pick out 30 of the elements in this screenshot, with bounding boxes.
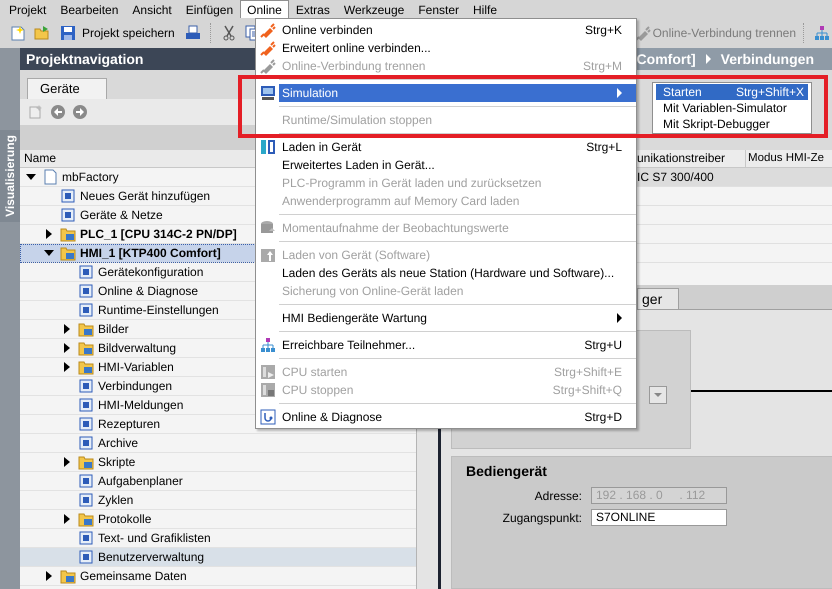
tree-item[interactable]: Archive <box>20 434 416 453</box>
menu-item[interactable]: Mit Skript-Debugger <box>656 116 808 132</box>
menu-bar-item[interactable]: Bearbeiten <box>53 0 126 18</box>
menu-item[interactable]: Mit Variablen-Simulator <box>656 100 808 116</box>
table-cell-text: IC S7 300/400 <box>637 169 715 186</box>
column-header[interactable]: Modus HMI-Ze <box>746 150 832 167</box>
menu-bar-item[interactable]: Werkzeuge <box>336 0 412 18</box>
menu-bar-item[interactable]: Hilfe <box>466 0 504 18</box>
menu-bar-item[interactable]: Extras <box>288 0 337 18</box>
menu-bar-item[interactable]: Projekt <box>2 0 54 18</box>
field-label: Zugangspunkt: <box>502 510 583 524</box>
tree-item[interactable]: Protokolle <box>20 510 416 529</box>
tree-item[interactable]: Aufgabenplaner <box>20 472 416 491</box>
tree-item[interactable]: Gemeinsame Daten <box>20 567 416 586</box>
tree-item[interactable]: Zyklen <box>20 491 416 510</box>
menu-bar-item[interactable]: Online <box>240 0 289 18</box>
save-button[interactable]: Projekt speichern <box>56 23 179 43</box>
tab[interactable]: ger <box>637 288 679 309</box>
menu-bar-item[interactable]: Fenster <box>411 0 466 18</box>
tree-item[interactable]: Benutzerverwaltung <box>20 548 416 567</box>
menu-item[interactable]: Online verbinden Strg+K <box>257 21 636 39</box>
section-title: Bediengerät <box>466 463 548 479</box>
menu-item[interactable]: Starten Strg+Shift+X <box>656 84 808 100</box>
input-field[interactable]: S7ONLINE <box>591 509 727 526</box>
field-label: Adresse: <box>534 488 583 502</box>
menu-bar-item[interactable]: Ansicht <box>125 0 179 18</box>
tab[interactable]: Geräte <box>27 78 107 99</box>
side-tab[interactable]: Visualisierung <box>0 130 20 222</box>
tree-item[interactable]: Skripte <box>20 453 416 472</box>
menu-bar-item[interactable]: Einfügen <box>178 0 240 18</box>
